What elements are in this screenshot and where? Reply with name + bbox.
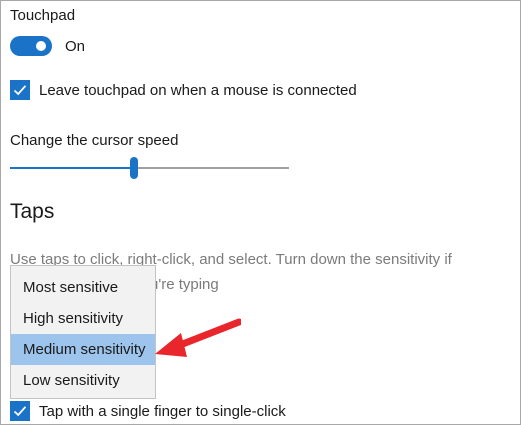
checkmark-icon — [13, 85, 27, 96]
dropdown-option-low-sensitivity[interactable]: Low sensitivity — [11, 365, 155, 396]
cursor-speed-slider[interactable] — [10, 156, 289, 180]
single-tap-checkbox[interactable] — [10, 401, 30, 421]
checkmark-icon — [13, 406, 27, 417]
slider-track-filled — [10, 167, 134, 169]
leave-touchpad-on-checkbox-row[interactable]: Leave touchpad on when a mouse is connec… — [10, 80, 357, 100]
touchpad-toggle-row: On — [10, 36, 85, 56]
red-arrow-annotation — [155, 318, 241, 357]
leave-touchpad-on-label: Leave touchpad on when a mouse is connec… — [39, 81, 357, 99]
toggle-knob — [36, 41, 46, 51]
dropdown-option-medium-sensitivity[interactable]: Medium sensitivity — [11, 334, 155, 365]
slider-track-empty — [134, 167, 289, 169]
settings-window: Touchpad On Leave touchpad on when a mou… — [0, 0, 521, 425]
single-tap-checkbox-row[interactable]: Tap with a single finger to single-click — [10, 401, 286, 421]
slider-thumb[interactable] — [130, 157, 138, 179]
touchpad-toggle[interactable] — [10, 36, 52, 56]
leave-touchpad-on-checkbox[interactable] — [10, 80, 30, 100]
dropdown-option-most-sensitive[interactable]: Most sensitive — [11, 272, 155, 303]
single-tap-label: Tap with a single finger to single-click — [39, 402, 286, 420]
toggle-state-label: On — [65, 37, 86, 55]
dropdown-option-high-sensitivity[interactable]: High sensitivity — [11, 303, 155, 334]
touchpad-label: Touchpad — [10, 7, 76, 24]
cursor-speed-label: Change the cursor speed — [10, 132, 179, 149]
taps-heading: Taps — [10, 200, 55, 223]
sensitivity-dropdown-list: Most sensitive High sensitivity Medium s… — [10, 265, 156, 399]
